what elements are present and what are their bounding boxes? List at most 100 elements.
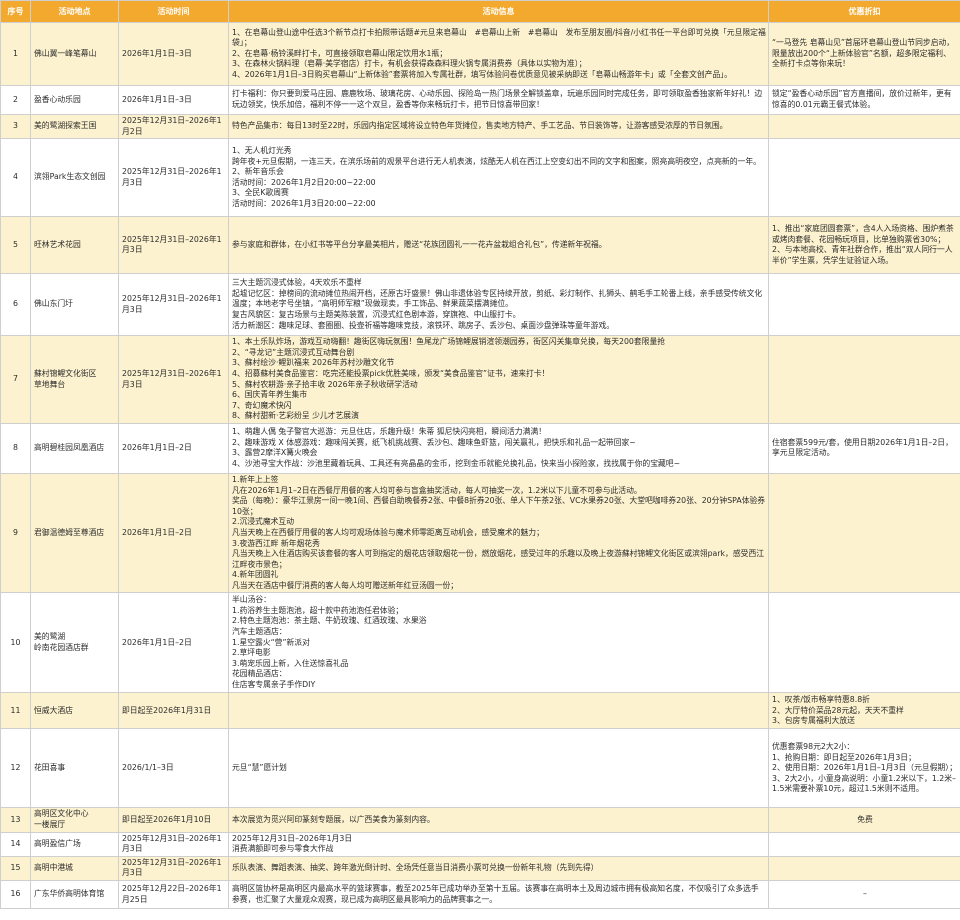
row-info: 三大主题沉浸式体验，4天欢乐不重样 起墟记忆区：掉榜间的流动摊位热闹开档，还原古…: [228, 273, 769, 337]
row-info: 1、无人机灯光秀 跨年夜+元旦假期，一连三天，在滨乐场前的观景平台进行无人机表演…: [228, 138, 769, 218]
header-time: 活动时间: [118, 0, 229, 23]
row-location: 广东华侨高明体育馆: [30, 880, 119, 910]
row-location: 旺林艺术花园: [30, 216, 119, 275]
table-row: 1 佛山翼一峰笔幕山 2026年1月1日–3日 1、在皂幕山登山途中任选3个新节点打卡…: [0, 22, 960, 86]
row-number-text: 4: [13, 172, 18, 182]
row-location: 君御温德姆至尊酒店: [30, 472, 119, 594]
row-location-text: 高明盈信广场: [34, 838, 81, 848]
row-info: 2025年12月31日–2026年1月3日 消费满额即可参与零食大作战: [228, 831, 769, 857]
row-number-text: 8: [13, 443, 18, 453]
row-offer-text: 住宿套票599元/套，使用日期2026年1月1日–2日，享元旦限定活动。: [772, 437, 953, 458]
row-location: 滨翎Park生态文创园: [30, 138, 119, 218]
row-info-text: 1、本土乐队炸场，游戏互动嗨翻！趣街区嗨玩氛围！鱼尾龙广场锦鲤展销渲领潮园券，街…: [232, 337, 666, 421]
row-offer-text: 优惠套票98元2大2小： 1、抢购日期：即日起至2026年1月3日； 2、使用日…: [772, 741, 957, 794]
row-offer: [768, 273, 960, 337]
row-location: 美的鹭湖探索王国: [30, 113, 119, 140]
row-location-text: 美的鹭湖 岭南花园酒店群: [34, 632, 89, 652]
row-location: 高明碧桂园凤凰酒店: [30, 422, 119, 474]
row-time: 2026年1月1日–3日: [118, 22, 229, 86]
row-location: 盈香心动乐园: [30, 85, 119, 115]
row-location-text: 佛山东门圩: [34, 299, 73, 309]
row-time: 2026/1/1–3日: [118, 728, 229, 809]
row-offer: 1、叹茶/饭市畅享特惠8.8折 2、大厅特价菜品28元起，天天不重样 3、包房专…: [768, 692, 960, 730]
header-no: 序号: [0, 0, 31, 23]
row-info-text: 打卡福利：你只要到爱马庄园、鹿鹿牧场、玻璃花房、心动乐园、探险岛一热门场景全解锁…: [232, 89, 763, 109]
table-row: 14 高明盈信广场 2025年12月31日–2026年1月3日 2025年12月31日…: [0, 831, 960, 857]
table-row: 9 君御温德姆至尊酒店 2026年1月1日–2日 1.新年上上签 凡在2026年1月1…: [0, 472, 960, 594]
row-number-text: 3: [13, 121, 18, 131]
row-location-text: 佛山翼一峰笔幕山: [34, 48, 97, 58]
row-number: 10: [0, 592, 31, 694]
row-time-text: 2026年1月1日–2日: [122, 527, 192, 537]
row-location-text: 高明区文化中心 一楼展厅: [34, 809, 89, 830]
row-number: 4: [0, 138, 31, 218]
row-location-text: 君御温德姆至尊酒店: [34, 527, 105, 537]
row-time-text: 2026/1/1–3日: [122, 763, 174, 773]
row-info-text: 元旦“慧”愿计划: [232, 763, 287, 773]
row-time-text: 2026年1月1日–2日: [122, 637, 192, 647]
row-time: 2025年12月31日–2026年1月2日: [118, 113, 229, 140]
table-row: 4 滨翎Park生态文创园 2025年12月31日–2026年1月3日 1、无人机灯光…: [0, 138, 960, 218]
row-number: 1: [0, 22, 31, 86]
row-offer-text: 1、推出“家庭团圆套票”，含4人入场资格、围炉煮茶或烤肉套餐、花园畅玩项目，比单…: [772, 224, 954, 265]
row-location-text: 旺林艺术花园: [34, 239, 81, 249]
row-location-text: 花田喜事: [34, 763, 66, 773]
row-offer: [768, 113, 960, 140]
table-row: 16 广东华侨高明体育馆 2025年12月22日–2026年1月25日 高明区篮协杯是…: [0, 880, 960, 910]
row-info-text: 1.新年上上签 凡在2026年1月1–2日在西餐厅用餐的客人均可参与盲盒抽奖活动…: [232, 474, 766, 590]
row-location-text: 恒威大酒店: [34, 705, 73, 715]
row-info-text: 三大主题沉浸式体验，4天欢乐不重样 起墟记忆区：掉榜间的流动摊位热闹开档，还原古…: [232, 278, 763, 330]
row-info: 高明区篮协杯是高明区内最高水平的篮球赛事，截至2025年已成功举办至第十五届。该…: [228, 880, 769, 910]
row-offer-text: “一马登先 皂幕山见”首届环皂幕山登山节同步启动，限量放出200个“上新体验官”…: [772, 38, 955, 69]
row-location: 恒威大酒店: [30, 692, 119, 730]
row-time: 2025年12月31日–2026年1月3日: [118, 216, 229, 275]
row-number: 3: [0, 113, 31, 140]
row-time-text: 2025年12月31日–2026年1月3日: [122, 294, 222, 314]
row-offer: 1、推出“家庭团圆套票”，含4人入场资格、围炉煮茶或烤肉套餐、花园畅玩项目，比单…: [768, 216, 960, 275]
header-location: 活动地点: [30, 0, 119, 23]
row-number-text: 5: [13, 239, 18, 249]
row-location: 佛山东门圩: [30, 273, 119, 337]
row-offer: [768, 592, 960, 694]
row-time: 2025年12月31日–2026年1月3日: [118, 273, 229, 337]
table-row: 8 高明碧桂园凤凰酒店 2026年1月1日–2日 1、萌趣人偶 兔子警官大巡游：元旦住…: [0, 422, 960, 474]
row-number: 2: [0, 85, 31, 115]
row-time: 2026年1月1日–2日: [118, 592, 229, 694]
row-time-text: 2026年1月1日–2日: [122, 443, 192, 453]
row-offer: [768, 335, 960, 424]
row-time-text: 2026年1月1日–3日: [122, 48, 192, 58]
row-offer-text: –: [863, 889, 867, 899]
row-offer: 优惠套票98元2大2小： 1、抢购日期：即日起至2026年1月3日； 2、使用日…: [768, 728, 960, 809]
row-location: 花田喜事: [30, 728, 119, 809]
table-row: 13 高明区文化中心 一楼展厅 即日起至2026年1月10日 本次展览为觅兴阿印篆刻专…: [0, 807, 960, 833]
row-info-text: 参与家庭和群体，在小红书等平台分享最美相片，赠送“花族团圆礼一一花卉盆栽组合礼包…: [232, 239, 607, 249]
table-row: 15 高明中港城 2025年12月31日–2026年1月3日 乐队表演、舞蹈表演、抽奖…: [0, 855, 960, 882]
row-info-text: 本次展览为觅兴阿印篆刻专题展，以广西美食为篆刻内容。: [232, 814, 435, 824]
row-info: 半山汤谷： 1.药浴养生主题泡池，超十款中药池泡任君体验； 2.特色主题泡池：茶…: [228, 592, 769, 694]
header-info: 活动信息: [228, 0, 769, 23]
row-info-text: 半山汤谷： 1.药浴养生主题泡池，超十款中药池泡任君体验； 2.特色主题泡池：茶…: [232, 595, 427, 690]
row-info: 乐队表演、舞蹈表演、抽奖、跨年激光倒计时、全场凭任意当日消费小票可兑换一份新年礼…: [228, 855, 769, 882]
row-info-text: 2025年12月31日–2026年1月3日 消费满额即可参与零食大作战: [232, 833, 353, 854]
row-location-text: 高明碧桂园凤凰酒店: [34, 443, 105, 453]
table-header-row: 序号 活动地点 活动时间 活动信息 优惠折扣: [0, 0, 960, 23]
table-row: 11 恒威大酒店 即日起至2026年1月31日 1、叹茶/饭市畅享特惠8.8折 2、大…: [0, 692, 960, 730]
row-info: 参与家庭和群体，在小红书等平台分享最美相片，赠送“花族团圆礼一一花卉盆栽组合礼包…: [228, 216, 769, 275]
table-row: 3 美的鹭湖探索王国 2025年12月31日–2026年1月2日 特色产品集市：每日1…: [0, 113, 960, 140]
row-info-text: 高明区篮协杯是高明区内最高水平的篮球赛事，截至2025年已成功举办至第十五届。该…: [232, 883, 759, 904]
row-number-text: 1: [13, 48, 18, 58]
row-time-text: 即日起至2026年1月31日: [122, 705, 212, 715]
row-offer: “一马登先 皂幕山见”首届环皂幕山登山节同步启动，限量放出200个“上新体验官”…: [768, 22, 960, 86]
row-info-text: 1、萌趣人偶 兔子警官大巡游：元旦住店，乐趣升级！朱蒂 狐尼快闪亮相，瞬间活力满…: [232, 427, 681, 469]
row-location-text: 美的鹭湖探索王国: [34, 121, 97, 131]
row-info: 本次展览为觅兴阿印篆刻专题展，以广西美食为篆刻内容。: [228, 807, 769, 833]
row-number: 5: [0, 216, 31, 275]
row-info: 1、本土乐队炸场，游戏互动嗨翻！趣街区嗨玩氛围！鱼尾龙广场锦鲤展销渲领潮园券，街…: [228, 335, 769, 424]
table-row: 2 盈香心动乐园 2026年1月1日–3日 打卡福利：你只要到爱马庄园、鹿鹿牧场、玻璃…: [0, 85, 960, 115]
row-number-text: 2: [13, 94, 18, 104]
row-location-text: 滨翎Park生态文创园: [34, 172, 106, 182]
row-time: 2025年12月31日–2026年1月3日: [118, 138, 229, 218]
table-row: 6 佛山东门圩 2025年12月31日–2026年1月3日 三大主题沉浸式体验，4天欢…: [0, 273, 960, 337]
row-info: 元旦“慧”愿计划: [228, 728, 769, 809]
row-location-text: 盈香心动乐园: [34, 94, 81, 104]
